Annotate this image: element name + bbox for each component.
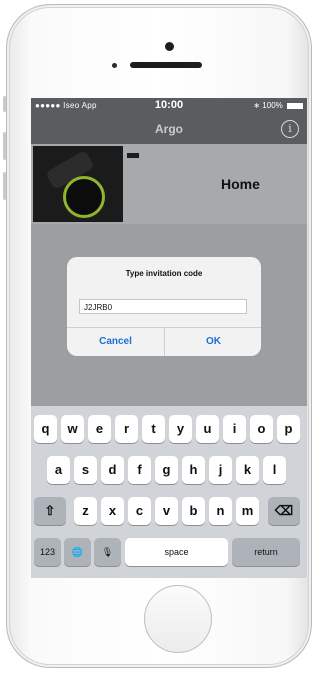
key-j[interactable]: j: [209, 456, 232, 484]
proximity-sensor: [112, 63, 117, 68]
cancel-button[interactable]: Cancel: [67, 328, 164, 356]
page-title: Argo: [155, 122, 183, 136]
status-bar: ●●●●● Iseo App 10:00 ∗ 100%: [31, 98, 307, 114]
earpiece-speaker: [130, 62, 202, 68]
microphone-icon[interactable]: 🎙: [94, 538, 121, 566]
home-button[interactable]: [144, 585, 212, 653]
battery-icon: [287, 102, 303, 109]
cylinder-knob: [63, 176, 105, 218]
return-key[interactable]: return: [232, 538, 300, 566]
ok-button[interactable]: OK: [165, 328, 261, 356]
mute-switch[interactable]: [3, 96, 6, 112]
key-f[interactable]: f: [128, 456, 151, 484]
key-w[interactable]: w: [61, 415, 84, 443]
key-v[interactable]: v: [155, 497, 178, 525]
key-b[interactable]: b: [182, 497, 205, 525]
invitation-code-input[interactable]: J2JRB0: [79, 299, 247, 314]
key-k[interactable]: k: [236, 456, 259, 484]
device-list: Home Type invitation code J2JRB0 Cancel …: [31, 144, 307, 406]
key-s[interactable]: s: [74, 456, 97, 484]
key-e[interactable]: e: [88, 415, 111, 443]
key-x[interactable]: x: [101, 497, 124, 525]
device-battery-icon: [127, 153, 139, 158]
bluetooth-icon: ∗: [253, 101, 261, 110]
numbers-key[interactable]: 123: [34, 538, 61, 566]
backspace-key[interactable]: ⌫: [268, 497, 300, 525]
key-m[interactable]: m: [236, 497, 259, 525]
key-p[interactable]: p: [277, 415, 300, 443]
screen: ●●●●● Iseo App 10:00 ∗ 100% Argo i Home …: [31, 98, 307, 578]
key-a[interactable]: a: [47, 456, 70, 484]
key-o[interactable]: o: [250, 415, 273, 443]
key-q[interactable]: q: [34, 415, 57, 443]
device-image: [33, 146, 123, 222]
key-g[interactable]: g: [155, 456, 178, 484]
volume-up-button[interactable]: [3, 132, 6, 160]
globe-icon[interactable]: 🌐: [64, 538, 91, 566]
key-u[interactable]: u: [196, 415, 219, 443]
key-t[interactable]: t: [142, 415, 165, 443]
key-c[interactable]: c: [128, 497, 151, 525]
dialog-title: Type invitation code: [125, 269, 203, 278]
info-icon[interactable]: i: [281, 120, 299, 138]
battery-indicator: ∗ 100%: [253, 101, 303, 110]
invitation-code-dialog: Type invitation code J2JRB0 Cancel OK: [67, 257, 261, 356]
battery-percent: 100%: [262, 101, 283, 110]
volume-down-button[interactable]: [3, 172, 6, 200]
key-d[interactable]: d: [101, 456, 124, 484]
shift-key[interactable]: ⇧: [34, 497, 66, 525]
key-i[interactable]: i: [223, 415, 246, 443]
front-camera: [165, 42, 174, 51]
key-l[interactable]: l: [263, 456, 286, 484]
key-h[interactable]: h: [182, 456, 205, 484]
navigation-bar: Argo i: [31, 114, 307, 144]
key-r[interactable]: r: [115, 415, 138, 443]
key-z[interactable]: z: [74, 497, 97, 525]
keyboard: q w e r t y u i o p a s d f g h j k l ⇧ …: [31, 406, 307, 578]
device-name: Home: [221, 176, 260, 192]
key-y[interactable]: y: [169, 415, 192, 443]
list-item[interactable]: Home: [31, 144, 307, 224]
key-n[interactable]: n: [209, 497, 232, 525]
space-key[interactable]: space: [125, 538, 228, 566]
